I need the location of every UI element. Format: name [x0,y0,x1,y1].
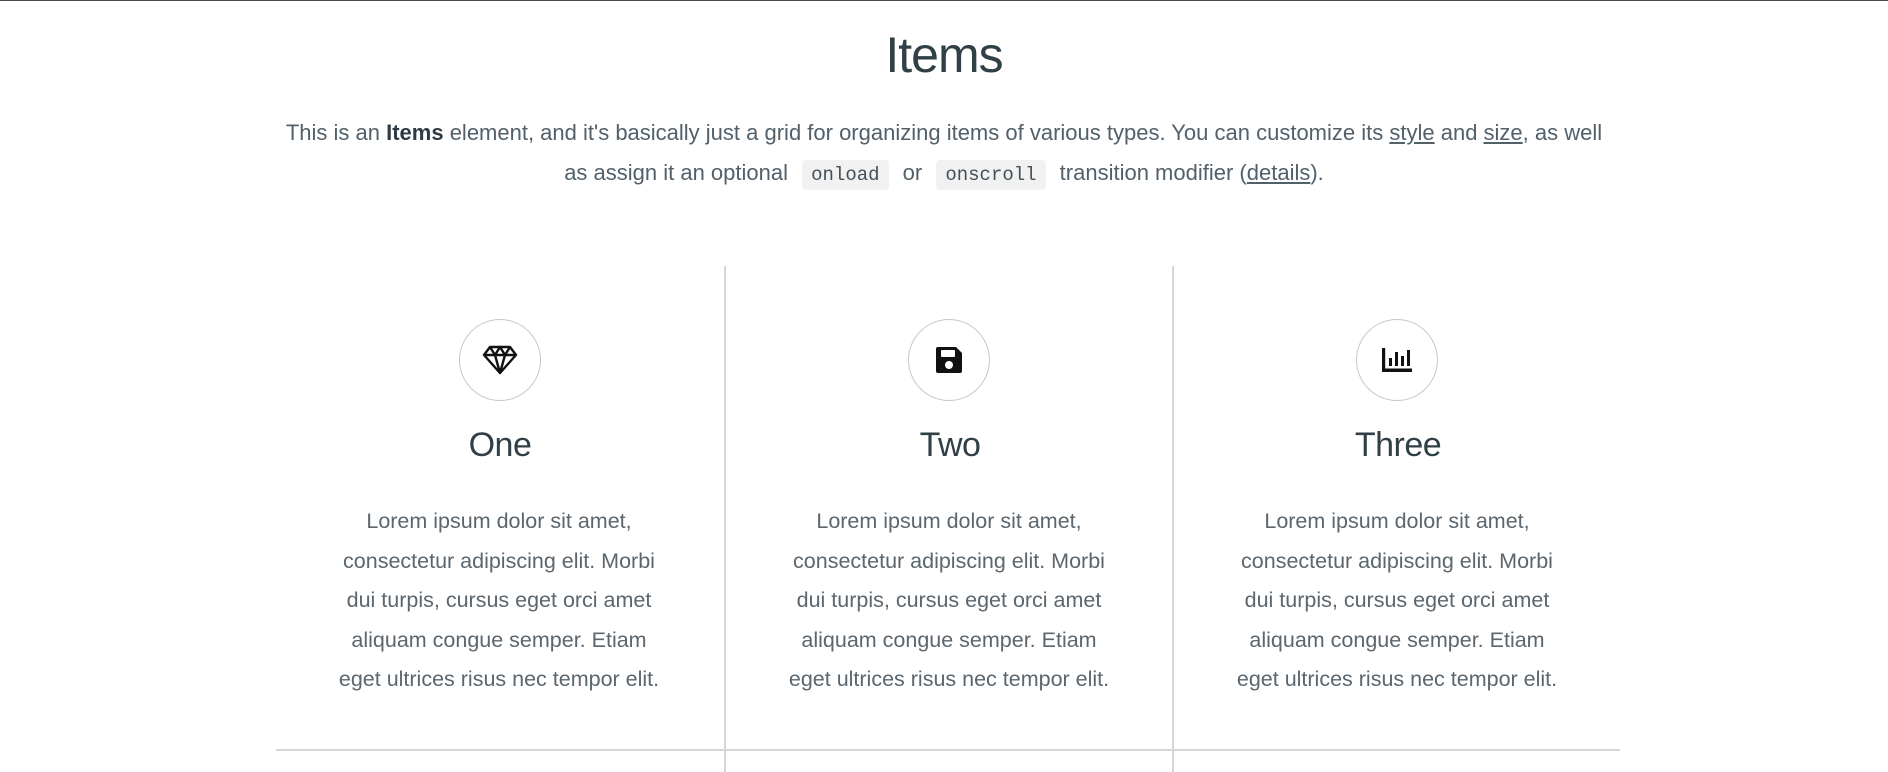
intro-paragraph: This is an Items element, and it's basic… [280,113,1608,195]
item-description: Lorem ipsum dolor sit amet, consectetur … [788,509,1110,691]
items-bottom-divider [276,749,1620,751]
onscroll-code: onscroll [936,160,1046,190]
item-icon-circle [1356,319,1438,401]
intro-text: and [1434,120,1484,145]
intro-strong: Items [386,120,444,145]
intro-text: This is an [285,120,387,145]
item-three: Three Lorem ipsum dolor sit amet, consec… [1172,266,1622,772]
item-one: One Lorem ipsum dolor sit amet, consecte… [276,266,724,772]
item-title: Three [1354,426,1442,464]
item-description: Lorem ipsum dolor sit amet, consectetur … [338,509,660,691]
style-link[interactable]: style [1389,120,1434,145]
item-title: One [468,426,532,464]
intro-text: transition modifier ( [1053,160,1247,185]
item-icon-circle [908,319,990,401]
item-description: Lorem ipsum dolor sit amet, consectetur … [1236,509,1558,691]
page-title: Items [885,27,1003,83]
chart-bar-icon [1381,347,1413,373]
gem-icon [482,344,518,376]
intro-text: element, and it's basically just a grid … [443,120,1390,145]
top-border [0,0,1888,1]
intro-text: or [896,160,929,185]
intro-text: ). [1310,160,1324,185]
size-link[interactable]: size [1484,120,1523,145]
save-icon [935,346,963,374]
item-title: Two [919,426,981,464]
items-grid: One Lorem ipsum dolor sit amet, consecte… [276,266,1620,772]
onload-code: onload [802,160,889,190]
item-icon-circle [459,319,541,401]
item-two: Two Lorem ipsum dolor sit amet, consecte… [724,266,1174,772]
details-link[interactable]: details [1247,160,1311,185]
